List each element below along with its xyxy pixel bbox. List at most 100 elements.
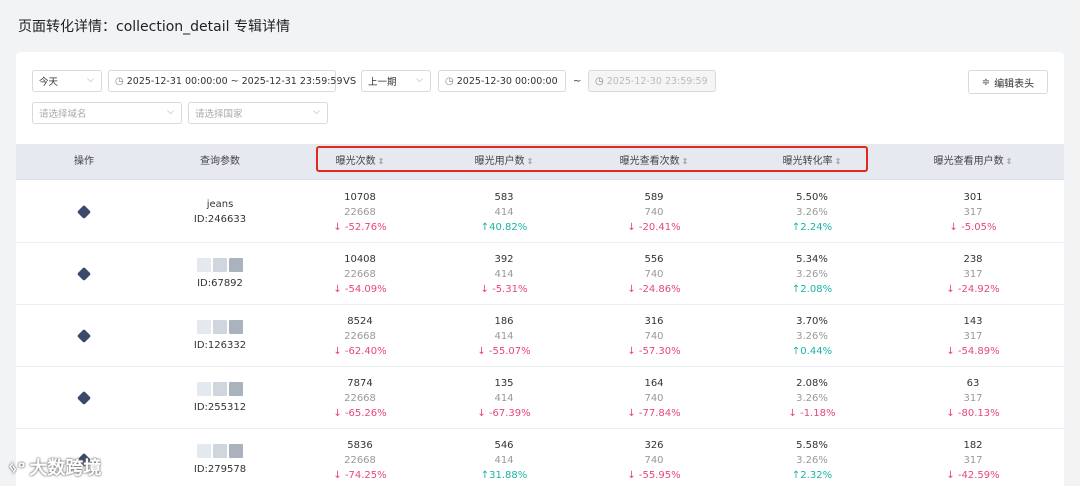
previous-value: 414: [494, 330, 514, 342]
current-value: 3.70%: [796, 315, 828, 327]
metric-cell: 556 740 ↓ -24.86%: [586, 243, 722, 305]
previous-value: 317: [963, 206, 983, 218]
country-select[interactable]: 请选择国家 ⌵: [188, 102, 328, 124]
change-value: ↓ -5.31%: [480, 283, 528, 295]
query-param-cell: ID:126332: [142, 305, 298, 367]
page-title: 页面转化详情：collection_detail 专辑详情: [18, 19, 290, 35]
compare-period-select[interactable]: 上一期 ⌵: [361, 70, 431, 92]
date-range-picker[interactable]: ◷ 2025-12-31 00:00:00 ~ 2025-12-31 23:59…: [108, 70, 343, 92]
metric-cell: 546 414 ↑31.88%: [422, 429, 586, 486]
previous-value: 22668: [344, 206, 376, 218]
change-value: ↓ -42.59%: [946, 469, 1000, 481]
previous-value: 414: [494, 454, 514, 466]
param-id: ID:279578: [193, 463, 247, 475]
current-value: 164: [644, 377, 664, 389]
change-value: ↑2.32%: [791, 469, 833, 481]
metric-cell: 135 414 ↓ -67.39%: [422, 367, 586, 429]
metric-cell: 301 317 ↓ -5.05%: [902, 181, 1044, 243]
operation-cell: [26, 367, 142, 429]
highlight-annotation-box: [316, 146, 868, 172]
cube-icon[interactable]: [76, 390, 92, 406]
current-value: 556: [644, 253, 664, 265]
blurred-thumbnail: [197, 443, 243, 458]
table-row: ID:67892 10408 22668 ↓ -54.09% 392 414 ↓ -5.31…: [16, 243, 1064, 305]
col-view-users[interactable]: 曝光查看用户数 ⇕: [902, 144, 1044, 180]
current-value: 316: [644, 315, 664, 327]
metric-cell: 63 317 ↓ -80.13%: [902, 367, 1044, 429]
chevron-down-icon: ⌵: [416, 75, 423, 85]
cube-icon[interactable]: [76, 266, 92, 282]
previous-value: 22668: [344, 330, 376, 342]
metric-cell: 238 317 ↓ -24.92%: [902, 243, 1044, 305]
operation-cell: [26, 181, 142, 243]
param-id: ID:246633: [193, 214, 247, 225]
param-id: ID:255312: [193, 401, 247, 413]
edit-header-button[interactable]: ≑ 编辑表头: [968, 70, 1048, 94]
change-value: ↓ -5.05%: [949, 221, 997, 233]
change-value: ↑2.24%: [791, 221, 833, 233]
current-value: 583: [494, 191, 514, 203]
blurred-thumbnail: [197, 257, 243, 272]
current-value: 238: [963, 253, 983, 265]
metric-cell: 164 740 ↓ -77.84%: [586, 367, 722, 429]
previous-value: 317: [963, 392, 983, 404]
previous-value: 22668: [344, 454, 376, 466]
metric-cell: 5836 22668 ↓ -74.25%: [298, 429, 422, 486]
change-value: ↓ -65.26%: [333, 407, 387, 419]
col-query-param: 查询参数: [200, 156, 240, 167]
metric-cell: 5.58% 3.26% ↑2.32%: [722, 429, 902, 486]
current-value: 5836: [347, 439, 373, 451]
change-value: ↓ -74.25%: [333, 469, 387, 481]
query-param-cell: ID:279578: [142, 429, 298, 486]
metric-cell: 2.08% 3.26% ↓ -1.18%: [722, 367, 902, 429]
metric-cell: 10408 22668 ↓ -54.09%: [298, 243, 422, 305]
current-value: 5.50%: [796, 191, 828, 203]
domain-select[interactable]: 请选择域名 ⌵: [32, 102, 182, 124]
change-value: ↓ -52.76%: [333, 221, 387, 233]
change-value: ↑0.44%: [791, 345, 833, 357]
query-param-cell: ID:67892: [142, 243, 298, 305]
previous-value: 22668: [344, 392, 376, 404]
current-value: 546: [494, 439, 514, 451]
cube-icon[interactable]: [76, 204, 92, 220]
param-name: jeans: [206, 199, 234, 210]
vs-label: VS: [343, 76, 357, 87]
chevron-down-icon: ⌵: [87, 75, 94, 85]
chevron-down-icon: ⌵: [167, 107, 174, 117]
change-value: ↑2.08%: [791, 283, 833, 295]
change-value: ↓ -1.18%: [788, 407, 836, 419]
metric-cell: 8524 22668 ↓ -62.40%: [298, 305, 422, 367]
compare-start-picker[interactable]: ◷ 2025-12-30 00:00:00: [438, 70, 566, 92]
previous-value: 740: [644, 330, 664, 342]
change-value: ↓ -24.92%: [946, 283, 1000, 295]
table-row: jeans ID:246633 10708 22668 ↓ -52.76% 583 414 ↑…: [16, 181, 1064, 243]
report-panel: 今天 ⌵ ◷ 2025-12-31 00:00:00 ~ 2025-12-31 …: [16, 52, 1064, 486]
metric-cell: 316 740 ↓ -57.30%: [586, 305, 722, 367]
blurred-thumbnail: [197, 381, 243, 396]
change-value: ↓ -55.95%: [627, 469, 681, 481]
period-select[interactable]: 今天 ⌵: [32, 70, 102, 92]
range-separator: ~: [573, 76, 582, 87]
previous-value: 3.26%: [796, 268, 828, 280]
table-row: ID:126332 8524 22668 ↓ -62.40% 186 414 ↓ -55.0…: [16, 305, 1064, 367]
compare-end-picker[interactable]: ◷ 2025-12-30 23:59:59: [588, 70, 716, 92]
current-value: 63: [966, 377, 980, 389]
current-value: 5.34%: [796, 253, 828, 265]
change-value: ↓ -67.39%: [477, 407, 531, 419]
current-value: 392: [494, 253, 514, 265]
current-value: 2.08%: [796, 377, 828, 389]
cube-icon[interactable]: [76, 328, 92, 344]
col-operation: 操作: [74, 156, 94, 167]
change-value: ↑40.82%: [480, 221, 528, 233]
previous-value: 414: [494, 268, 514, 280]
blurred-thumbnail: [197, 319, 243, 334]
current-value: 143: [963, 315, 983, 327]
query-param-cell: jeans ID:246633: [142, 181, 298, 243]
clock-icon: ◷: [595, 75, 604, 87]
metric-cell: 182 317 ↓ -42.59%: [902, 429, 1044, 486]
change-value: ↓ -55.07%: [477, 345, 531, 357]
previous-value: 3.26%: [796, 206, 828, 218]
metric-cell: 583 414 ↑40.82%: [422, 181, 586, 243]
previous-value: 740: [644, 268, 664, 280]
chevron-down-icon: ⌵: [313, 107, 320, 117]
